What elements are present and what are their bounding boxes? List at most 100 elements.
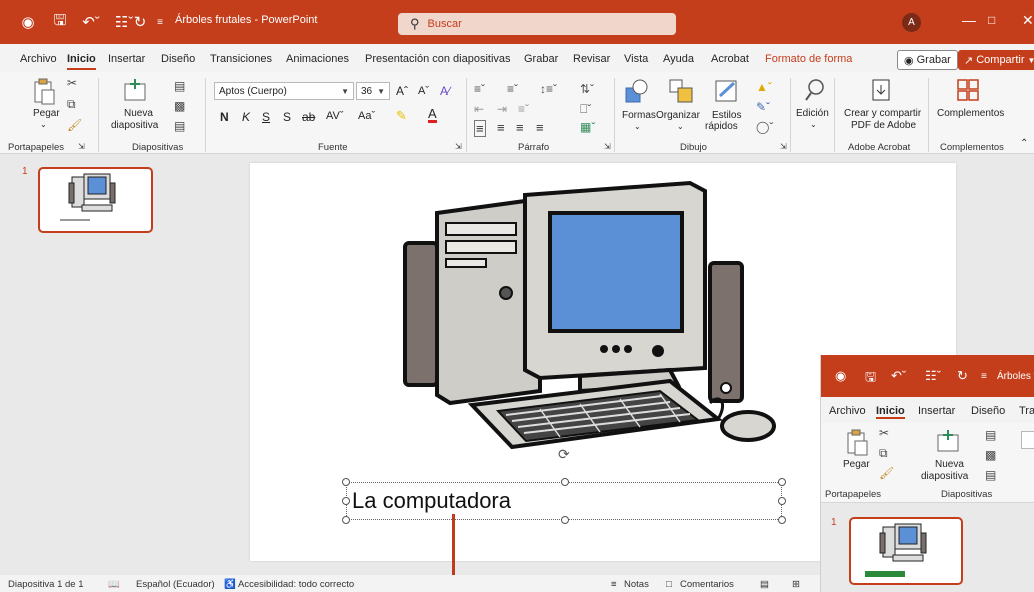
notes-button[interactable]: Notas [624, 579, 649, 590]
section-icon[interactable]: ▤ [174, 120, 185, 132]
resize-handle[interactable] [342, 516, 350, 524]
tab-presentacion[interactable]: Presentación con diapositivas [365, 53, 511, 65]
line-spacing-icon[interactable]: ↕≡ˇ [540, 82, 557, 96]
highlight-icon[interactable]: ✎ [396, 108, 407, 124]
notes-icon[interactable]: ≡ [611, 579, 617, 590]
tab-archivo[interactable]: Archivo [20, 53, 57, 65]
copy-icon[interactable]: ⧉ [67, 98, 76, 110]
shapes-icon [625, 79, 648, 103]
tab-formato-de-forma[interactable]: Formato de forma [765, 53, 852, 65]
tab-ayuda[interactable]: Ayuda [663, 53, 694, 65]
maximize-icon[interactable]: □ [988, 13, 995, 27]
bullets-icon[interactable]: ≡ˇ [474, 82, 485, 96]
shrink-font-icon[interactable]: Aˇ [418, 85, 429, 97]
divider [98, 78, 99, 152]
justify-icon[interactable]: ≡ [536, 120, 544, 135]
chevron-down-icon: ⌄ [40, 120, 47, 129]
shadow-button[interactable]: S [283, 110, 291, 124]
slide-thumbnail[interactable] [38, 167, 153, 233]
clear-format-icon[interactable]: A∕ [440, 84, 450, 98]
tab-transiciones[interactable]: Transiciones [210, 53, 272, 65]
strikethrough-icon[interactable]: ab [302, 110, 315, 124]
undo-icon: ↶ˇ [891, 368, 907, 383]
tab-acrobat[interactable]: Acrobat [711, 53, 749, 65]
align-center-icon[interactable]: ≡ [497, 120, 505, 135]
resize-handle[interactable] [561, 478, 569, 486]
align-text-icon[interactable]: ⎕ˇ [580, 102, 591, 117]
tab-inicio[interactable]: Inicio [67, 53, 96, 70]
text-direction-icon[interactable]: ⇅ˇ [580, 82, 594, 96]
search-box[interactable]: ⚲ Buscar [398, 13, 676, 35]
font-color-icon[interactable]: A [428, 107, 437, 123]
decrease-indent-icon[interactable]: ⇤ [474, 102, 484, 116]
dialog-launcher-icon[interactable]: ⇲ [78, 142, 85, 151]
section-icon: ▤ [985, 468, 997, 482]
collapse-ribbon-icon[interactable]: ⌃ [1020, 138, 1028, 149]
align-right-icon[interactable]: ≡ [516, 120, 524, 135]
font-size-combo[interactable]: 36 ▼ [356, 82, 390, 100]
increase-indent-icon[interactable]: ⇥ [497, 102, 507, 116]
numbering-icon[interactable]: ≡ˇ [507, 82, 518, 96]
tab-revisar[interactable]: Revisar [573, 53, 610, 65]
align-left-icon[interactable]: ≡ [474, 120, 486, 137]
bold-button[interactable]: N [220, 110, 229, 124]
shape-fill-icon[interactable]: ▲ˇ [756, 80, 772, 94]
inset-slide-thumbnail [849, 517, 963, 585]
dialog-launcher-icon[interactable]: ⇲ [455, 142, 462, 151]
comments-icon[interactable]: □ [666, 579, 672, 590]
rotate-handle-icon[interactable]: ⟳ [558, 446, 572, 462]
spell-check-icon[interactable]: 📖 [108, 579, 120, 590]
inset-new-slide-2: diapositiva [921, 471, 969, 482]
designer-icon[interactable]: ◉ [18, 0, 38, 44]
shape-effects-icon[interactable]: ◯ˇ [756, 120, 773, 134]
divider [790, 78, 791, 152]
smartart-icon[interactable]: ▦ˇ [580, 120, 595, 134]
resize-handle[interactable] [342, 497, 350, 505]
avatar[interactable]: A [902, 13, 921, 32]
customize-qat-icon[interactable]: ≡ [152, 0, 168, 44]
grow-font-icon[interactable]: Aˆ [396, 84, 408, 98]
language-label[interactable]: Español (Ecuador) [136, 579, 215, 590]
tab-diseno[interactable]: Diseño [161, 53, 195, 65]
redo-icon[interactable]: ↻ [130, 0, 150, 44]
redo-icon: ↻ [957, 368, 968, 383]
search-icon [805, 79, 824, 101]
resize-handle[interactable] [778, 478, 786, 486]
change-case-icon[interactable]: Aaˇ [358, 110, 375, 122]
dialog-launcher-icon[interactable]: ⇲ [604, 142, 611, 151]
shape-outline-icon[interactable]: ✎ˇ [756, 100, 770, 114]
status-bar: Diapositiva 1 de 1 📖 Español (Ecuador) ♿… [0, 575, 820, 592]
dialog-launcher-icon[interactable]: ⇲ [780, 142, 787, 151]
inset-ribbon-tabs: Archivo Inicio Insertar Diseño Tra [821, 397, 1034, 423]
resize-handle[interactable] [778, 516, 786, 524]
tab-grabar[interactable]: Grabar [524, 53, 558, 65]
resize-handle[interactable] [561, 516, 569, 524]
save-icon[interactable]: 🖫 [50, 0, 70, 44]
tab-animaciones[interactable]: Animaciones [286, 53, 349, 65]
resize-handle[interactable] [778, 497, 786, 505]
font-name-combo[interactable]: Aptos (Cuerpo) ▼ [214, 82, 354, 100]
close-icon[interactable]: ✕ [1022, 12, 1034, 29]
accessibility-icon[interactable]: ♿ [224, 579, 236, 590]
layout-icon: ▤ [985, 428, 997, 442]
layout-icon[interactable]: ▤ [174, 80, 185, 92]
slide-caption[interactable]: La computadora [352, 488, 511, 514]
tab-insertar[interactable]: Insertar [108, 53, 145, 65]
cut-icon[interactable]: ✂ [67, 77, 77, 89]
share-button[interactable]: ↗ Compartir ▼ [958, 50, 1034, 70]
underline-button[interactable]: S [262, 110, 270, 124]
normal-view-icon[interactable]: ▤ [760, 579, 769, 590]
italic-button[interactable]: K [242, 110, 250, 124]
format-painter-icon[interactable]: 🖌 [67, 119, 82, 131]
reset-icon[interactable]: ▩ [174, 100, 185, 112]
tab-vista[interactable]: Vista [624, 53, 648, 65]
record-button[interactable]: ◉ Grabar [897, 50, 958, 70]
slide-sorter-icon[interactable]: ⊞ [792, 579, 800, 590]
char-spacing-icon[interactable]: AVˇ [326, 110, 344, 122]
minimize-icon[interactable]: — [962, 12, 976, 28]
accessibility-label[interactable]: Accesibilidad: todo correcto [238, 579, 354, 590]
columns-icon[interactable]: ≡ˇ [518, 102, 529, 116]
undo-icon[interactable]: ↶ˇ [76, 0, 106, 44]
resize-handle[interactable] [342, 478, 350, 486]
comments-button[interactable]: Comentarios [680, 579, 734, 590]
